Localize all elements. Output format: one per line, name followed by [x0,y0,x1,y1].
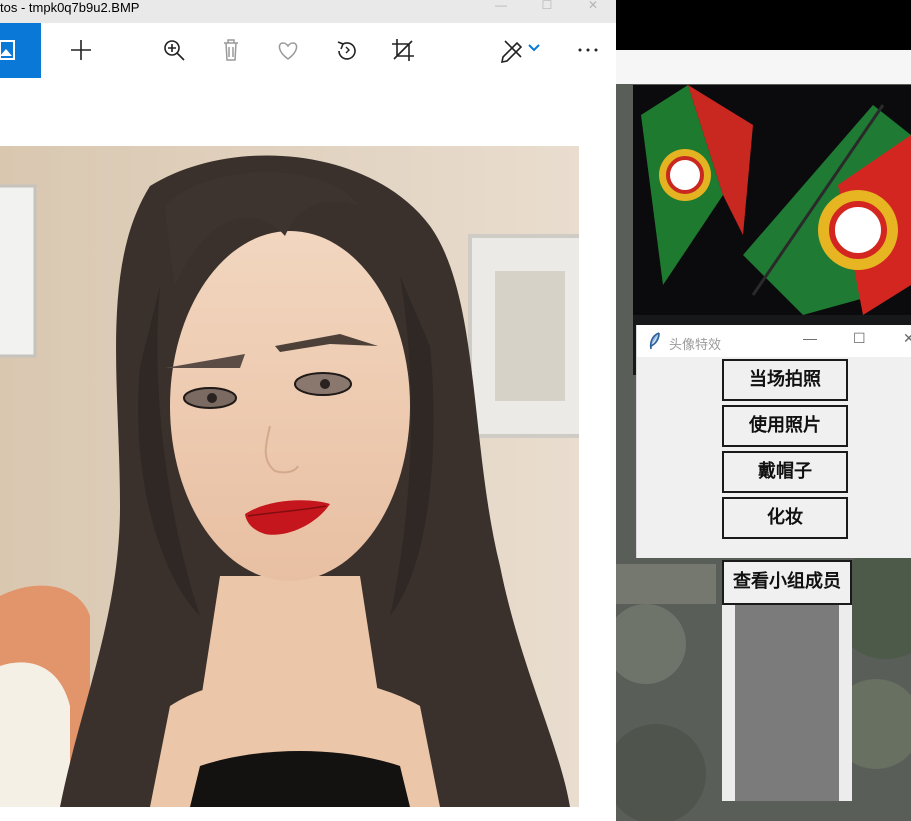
maximize-button[interactable]: ☐ [524,0,570,16]
crop-icon[interactable] [388,35,418,65]
effects-window-title: 头像特效 [669,338,722,353]
chevron-down-icon[interactable] [524,35,544,65]
zoom-in-icon[interactable] [159,35,189,65]
wear-hat-button[interactable]: 戴帽子 [722,451,848,493]
top-black-strip [616,0,911,50]
rotate-icon[interactable] [331,35,361,65]
members-panel [722,605,852,801]
delete-icon[interactable] [216,35,246,65]
feather-icon [649,332,661,355]
favorite-icon[interactable] [273,35,303,65]
photo-viewer-image [0,146,579,807]
top-white-strip [616,50,911,84]
makeup-button[interactable]: 化妆 [722,497,848,539]
take-photo-button[interactable]: 当场拍照 [722,359,848,401]
photos-window: tos - tmpk0q7b9u2.BMP — ☐ ✕ [0,0,616,821]
effects-titlebar[interactable]: 头像特效 — ☐ ✕ [637,325,911,357]
view-group-members-button[interactable]: 查看小组成员 [722,560,852,605]
add-icon[interactable] [66,35,96,65]
more-icon[interactable] [573,35,603,65]
members-panel-fill [735,605,839,801]
maximize-button[interactable]: ☐ [853,330,866,347]
photos-toolbar [0,23,616,78]
photos-titlebar[interactable]: tos - tmpk0q7b9u2.BMP — ☐ ✕ [0,0,616,23]
close-button[interactable]: ✕ [570,0,616,16]
minimize-button[interactable]: — [478,0,524,16]
minimize-button[interactable]: — [803,330,817,346]
edit-draw-icon[interactable] [497,35,527,65]
close-button[interactable]: ✕ [903,330,911,347]
photos-window-title: tos - tmpk0q7b9u2.BMP [0,0,140,15]
image-icon[interactable] [0,23,41,78]
use-photo-button[interactable]: 使用照片 [722,405,848,447]
